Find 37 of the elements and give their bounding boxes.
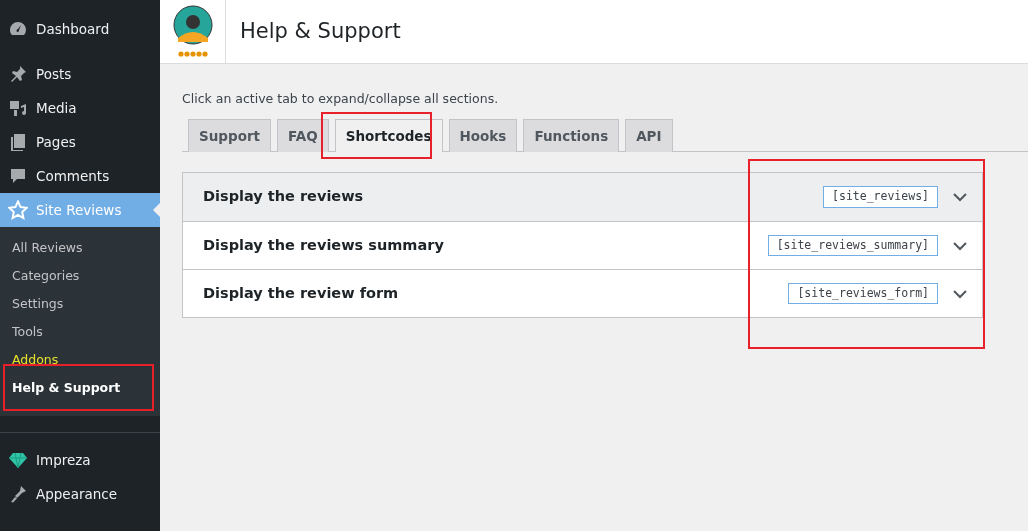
tab[interactable]: Hooks bbox=[448, 118, 518, 152]
sidebar-item[interactable]: Appearance bbox=[0, 477, 160, 511]
paintbrush-icon bbox=[8, 484, 28, 504]
tab[interactable]: Shortcodes bbox=[334, 118, 443, 152]
submenu-item[interactable]: Settings bbox=[0, 290, 160, 318]
sidebar-item[interactable]: Media bbox=[0, 91, 160, 125]
tab[interactable]: Support bbox=[188, 118, 272, 152]
shortcode-text: [site_reviews] bbox=[823, 186, 938, 208]
submenu-item[interactable]: Categories bbox=[0, 262, 160, 290]
hint-text: Click an active tab to expand/collapse all sections. bbox=[182, 90, 500, 108]
sidebar-item[interactable]: Dashboard bbox=[0, 12, 160, 46]
shortcode-text: [site_reviews_summary] bbox=[767, 234, 938, 257]
submenu-item[interactable]: All Reviews bbox=[0, 234, 160, 262]
section-title: Display the review form bbox=[203, 283, 400, 303]
pages-icon bbox=[8, 132, 28, 152]
tab[interactable]: API bbox=[625, 118, 673, 152]
star-icon bbox=[8, 200, 28, 220]
avatar-logo-drawing bbox=[171, 3, 214, 60]
section-header[interactable]: Display the reviews [site_reviews] bbox=[183, 173, 982, 221]
section-header[interactable]: Display the review form [site_reviews_form] bbox=[183, 269, 982, 317]
shortcode-text: [site_reviews_form] bbox=[788, 282, 938, 305]
gem-icon bbox=[8, 450, 28, 470]
section-title: Display the reviews summary bbox=[203, 235, 445, 255]
submenu-item[interactable]: Tools bbox=[0, 318, 160, 346]
submenu-item[interactable]: Help & Support bbox=[0, 374, 160, 402]
tab[interactable]: Functions bbox=[523, 118, 620, 152]
sidebar-item[interactable]: Pages bbox=[0, 125, 160, 159]
media-icon bbox=[8, 98, 28, 118]
section-title: Display the reviews bbox=[203, 187, 365, 207]
submenu-item[interactable]: Addons bbox=[0, 346, 160, 374]
page-title: Help & Support bbox=[240, 18, 401, 45]
section-header[interactable]: Display the reviews summary [site_reviews_summary] bbox=[183, 221, 982, 269]
tab[interactable]: FAQ bbox=[277, 118, 329, 152]
sidebar-item[interactable]: Comments bbox=[0, 159, 160, 193]
sidebar-item[interactable]: Posts bbox=[0, 57, 160, 91]
speech-bubble-icon bbox=[8, 166, 28, 186]
sidebar-item[interactable]: Impreza bbox=[0, 443, 160, 477]
